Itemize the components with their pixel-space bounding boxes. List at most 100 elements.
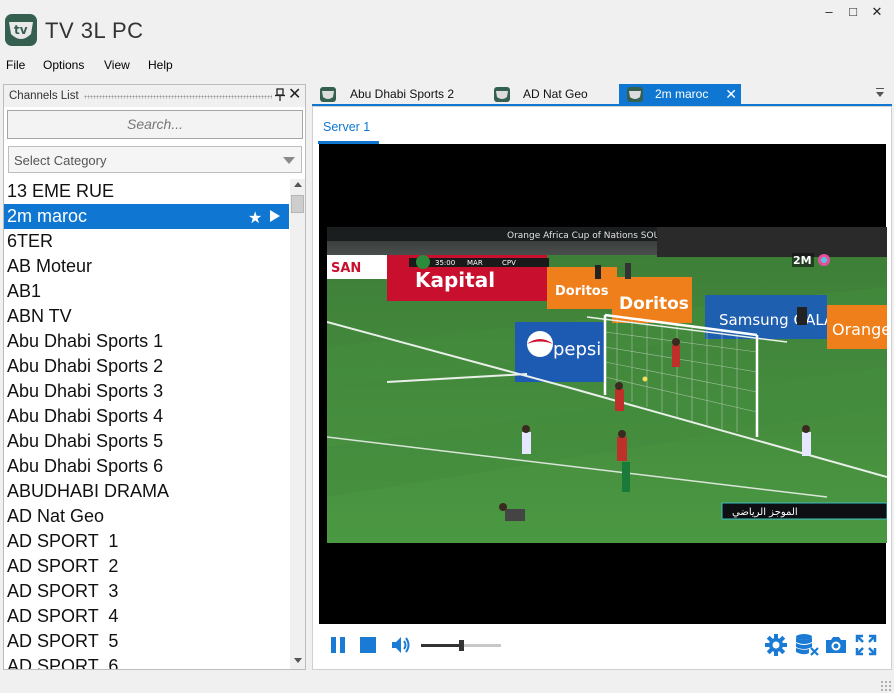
channel-name: Abu Dhabi Sports 1 [7, 331, 164, 351]
player-area: Server 1 Orange Africa Cup of Nations SO… [312, 106, 892, 670]
menu-help[interactable]: Help [148, 58, 173, 72]
channel-list-item[interactable]: 6TER [4, 229, 289, 254]
channel-name: 6TER [7, 231, 54, 251]
scroll-down-icon[interactable] [294, 658, 302, 663]
channel-list-item[interactable]: 2m maroc ★ [4, 204, 289, 229]
tab-label: Abu Dhabi Sports 2 [350, 87, 455, 101]
volume-slider[interactable] [421, 640, 501, 651]
channel-list-item[interactable]: Abu Dhabi Sports 2 [4, 354, 289, 379]
channel-logo-icon [627, 87, 643, 102]
channel-list-item[interactable]: AD SPORT 3 [4, 579, 289, 604]
channel-name: Abu Dhabi Sports 2 [7, 356, 164, 376]
scroll-thumb[interactable] [291, 195, 304, 213]
panel-close-icon[interactable]: ✕ [288, 86, 301, 104]
channel-list-item[interactable]: 13 EME RUE [4, 179, 289, 204]
menu-options[interactable]: Options [43, 58, 84, 72]
fullscreen-icon[interactable] [855, 634, 877, 656]
chevron-down-icon [283, 157, 295, 164]
channel-name: AB Moteur [7, 256, 93, 276]
scroll-up-icon[interactable] [294, 182, 302, 187]
title-bar: tv TV 3L PC – □ ✕ [0, 0, 894, 56]
maximize-button[interactable]: □ [842, 4, 864, 20]
tab-ad-nat-geo[interactable]: AD Nat Geo [484, 84, 619, 105]
channel-list-item[interactable]: AD SPORT 5 [4, 629, 289, 654]
volume-slider-knob[interactable] [459, 640, 464, 651]
tab-close-icon[interactable]: ✕ [725, 84, 737, 105]
stop-icon[interactable] [359, 636, 377, 654]
channel-list-item[interactable]: Abu Dhabi Sports 5 [4, 429, 289, 454]
server-tab[interactable]: Server 1 [323, 120, 370, 134]
resize-grip[interactable] [880, 680, 892, 692]
channel-name: AD SPORT 4 [7, 606, 119, 626]
channels-panel-header: Channels List ✕ [4, 85, 305, 107]
category-select-label: Select Category [14, 153, 107, 168]
tab-abu-dhabi-sports-2[interactable]: Abu Dhabi Sports 2 [312, 84, 482, 105]
channel-search-input[interactable]: Search... [7, 110, 303, 139]
channel-list-item[interactable]: Abu Dhabi Sports 3 [4, 379, 289, 404]
channel-list-item[interactable]: Abu Dhabi Sports 1 [4, 329, 289, 354]
favorite-star-icon[interactable]: ★ [248, 207, 262, 231]
channel-name: Abu Dhabi Sports 3 [7, 381, 164, 401]
minimize-button[interactable]: – [818, 4, 840, 20]
tab-menu-bar [876, 88, 884, 89]
channel-name: Abu Dhabi Sports 4 [7, 406, 164, 426]
menu-view[interactable]: View [104, 58, 130, 72]
pin-icon[interactable] [274, 88, 286, 102]
channel-list-item[interactable]: Abu Dhabi Sports 6 [4, 454, 289, 479]
channel-list-item[interactable]: ABN TV [4, 304, 289, 329]
channel-list: 13 EME RUE 2m maroc ★ 6TER AB Moteur AB1 ABN T… [4, 179, 289, 669]
channel-name: Abu Dhabi Sports 5 [7, 431, 164, 451]
channel-list-scrollbar[interactable] [290, 179, 305, 669]
channel-list-item[interactable]: Abu Dhabi Sports 4 [4, 404, 289, 429]
channel-name: AD SPORT 5 [7, 631, 119, 651]
board-text: pepsi [553, 339, 601, 360]
app-logo-icon: tv [5, 14, 37, 46]
svg-text:tv: tv [14, 23, 28, 37]
channel-list-item[interactable]: AD SPORT 1 [4, 529, 289, 554]
channel-list-item[interactable]: AB1 [4, 279, 289, 304]
channels-panel-title: Channels List [9, 90, 79, 102]
tab-label: AD Nat Geo [523, 87, 588, 101]
channel-name: AD SPORT 6 [7, 656, 119, 669]
channel-list-item[interactable]: AD SPORT 2 [4, 554, 289, 579]
channel-list-item[interactable]: AD SPORT 6 [4, 654, 289, 669]
channel-name: 2m maroc [7, 206, 88, 226]
channel-list-item[interactable]: AB Moteur [4, 254, 289, 279]
tab-list-dropdown-icon[interactable] [876, 92, 884, 97]
gear-icon[interactable] [765, 634, 787, 656]
channel-name: ABN TV [7, 306, 72, 326]
scoreboard-time: 35:00 [435, 259, 455, 267]
board-text: Doritos [619, 294, 689, 314]
database-icon[interactable] [795, 633, 819, 657]
channel-list-item[interactable]: AD SPORT 4 [4, 604, 289, 629]
tab-2m-maroc[interactable]: 2m maroc ✕ [619, 84, 741, 105]
tab-strip: Abu Dhabi Sports 2 AD Nat Geo 2m maroc ✕ [312, 84, 892, 105]
channel-list-item[interactable]: AD Nat Geo [4, 504, 289, 529]
video-player[interactable]: Orange Africa Cup of Nations SOUTH AFRIC… [319, 144, 887, 624]
volume-slider-fill [421, 644, 461, 647]
channel-list-item[interactable]: ABUDHABI DRAMA [4, 479, 289, 504]
scoreboard-team-home: MAR [467, 259, 483, 267]
channel-name: AD SPORT 3 [7, 581, 119, 601]
channel-bug: 2M [793, 254, 812, 267]
channel-name: AB1 [7, 281, 42, 301]
play-icon[interactable] [270, 210, 280, 222]
panel-drag-handle[interactable] [84, 95, 272, 99]
channel-logo-icon [494, 87, 510, 102]
channels-panel: Channels List ✕ Search... Select Categor… [3, 84, 306, 670]
camera-icon[interactable] [825, 634, 847, 656]
volume-icon[interactable] [389, 634, 411, 656]
channel-name: AD Nat Geo [7, 506, 105, 526]
category-select[interactable]: Select Category [8, 146, 302, 173]
board-text: SAN [331, 261, 361, 276]
board-text: Kapital [415, 268, 495, 292]
channel-name: ABUDHABI DRAMA [7, 481, 170, 501]
menu-file[interactable]: File [6, 58, 25, 72]
channel-name: Abu Dhabi Sports 6 [7, 456, 164, 476]
app-title: TV 3L PC [45, 18, 144, 43]
pause-icon[interactable] [329, 636, 347, 654]
close-button[interactable]: ✕ [866, 4, 888, 20]
tab-label: 2m maroc [655, 87, 709, 101]
player-controls [319, 626, 886, 666]
sports-ticker: الموجز الرياضي [732, 507, 798, 518]
